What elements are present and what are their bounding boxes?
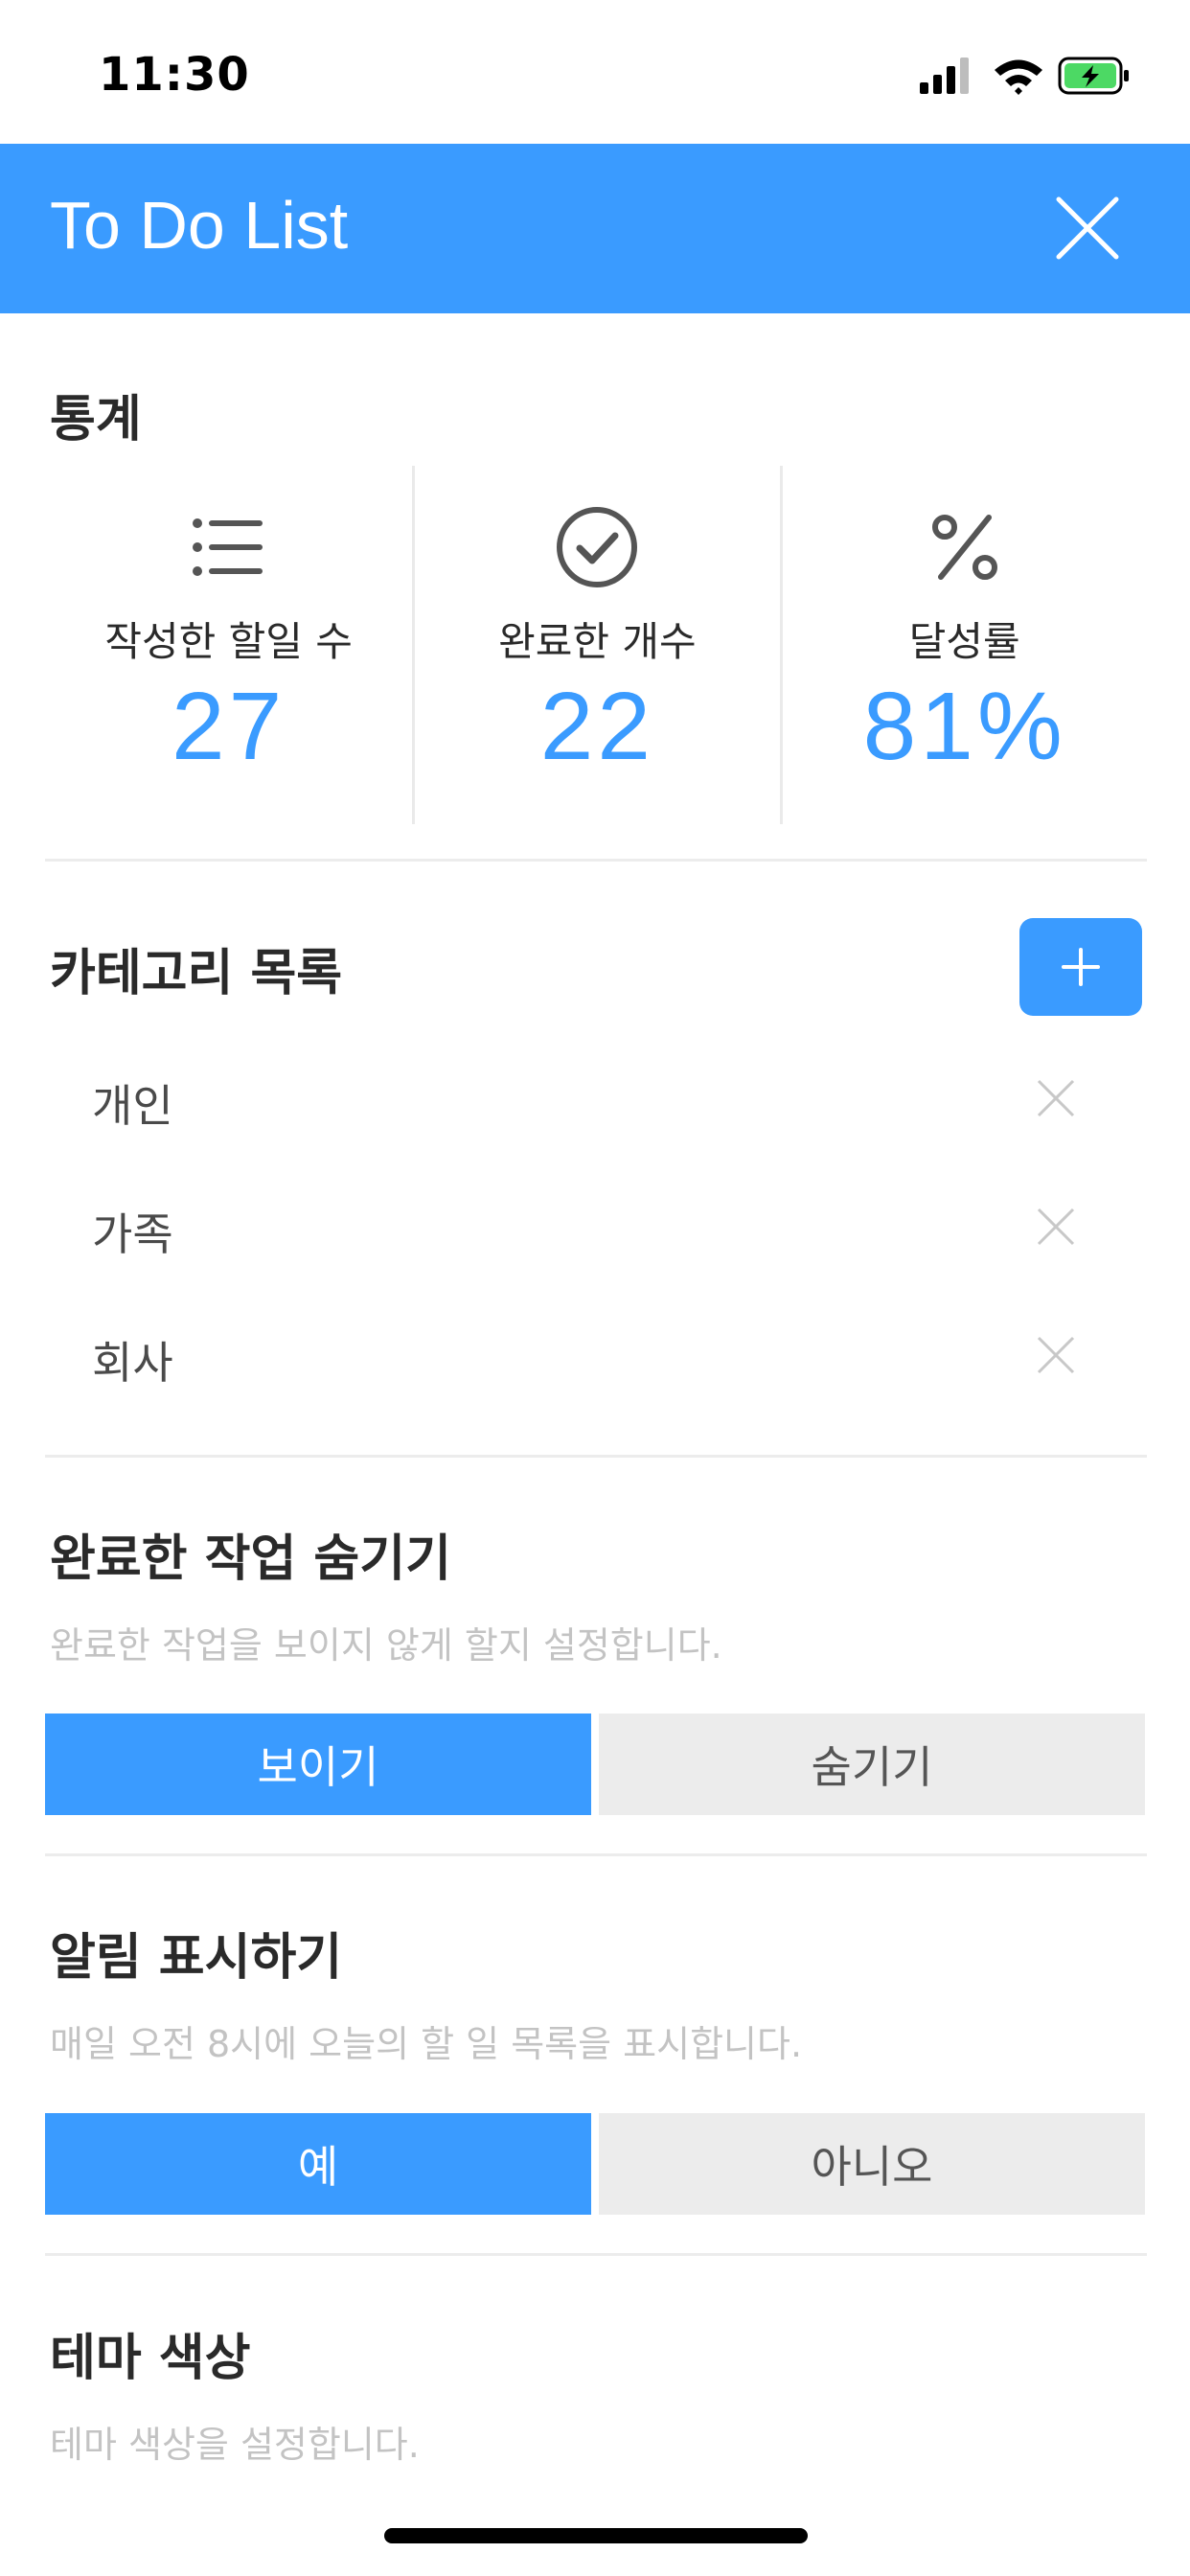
stat-total: 작성한 할일 수 27 xyxy=(45,466,412,824)
show-button[interactable]: 보이기 xyxy=(45,1714,591,1815)
hide-button[interactable]: 숨기기 xyxy=(599,1714,1145,1815)
battery-icon xyxy=(1058,57,1129,95)
stat-label: 달성률 xyxy=(908,618,1020,665)
app-title: To Do List xyxy=(50,188,349,263)
divider xyxy=(45,859,1147,862)
percent-icon xyxy=(931,515,997,580)
category-item: 회사 xyxy=(0,1301,1190,1407)
hide-completed-toggle: 보이기 숨기기 xyxy=(45,1714,1145,1815)
stat-rate: 달성률 81% xyxy=(779,466,1147,824)
category-item: 개인 xyxy=(0,1045,1190,1150)
close-icon xyxy=(1037,1336,1075,1374)
theme-title: 테마 색상 xyxy=(50,2330,251,2387)
yes-button[interactable]: 예 xyxy=(45,2113,591,2215)
stats-panel: 작성한 할일 수 27 완료한 개수 22 달성률 81% xyxy=(45,466,1147,824)
stats-title: 통계 xyxy=(50,391,142,448)
check-circle-icon xyxy=(557,507,638,587)
close-button[interactable] xyxy=(1049,190,1126,266)
stat-value: 27 xyxy=(172,673,286,780)
close-icon xyxy=(1056,196,1119,260)
category-label: 개인 xyxy=(92,1080,173,1132)
category-item: 가족 xyxy=(0,1173,1190,1278)
divider xyxy=(45,1455,1147,1458)
stat-label: 작성한 할일 수 xyxy=(104,618,353,665)
delete-category-button[interactable] xyxy=(1035,1206,1077,1248)
stat-completed: 완료한 개수 22 xyxy=(412,466,779,824)
notification-toggle: 예 아니오 xyxy=(45,2113,1145,2215)
stat-value: 81% xyxy=(862,673,1066,780)
divider xyxy=(45,2253,1147,2256)
home-indicator xyxy=(384,2528,808,2543)
no-button[interactable]: 아니오 xyxy=(599,2113,1145,2215)
stat-value: 22 xyxy=(539,673,655,780)
settings-screen: 11:30 To Do List 통계 작성한 할일 수 27 완료한 개수 2… xyxy=(0,0,1190,2576)
wifi-icon xyxy=(995,59,1042,95)
category-label: 가족 xyxy=(92,1208,173,1260)
notification-title: 알림 표시하기 xyxy=(50,1929,343,1987)
close-icon xyxy=(1037,1079,1075,1117)
plus-icon xyxy=(1062,948,1100,986)
app-header: To Do List xyxy=(0,144,1190,313)
theme-description: 테마 색상을 설정합니다. xyxy=(50,2424,420,2466)
status-icons xyxy=(920,57,1129,95)
hide-completed-description: 완료한 작업을 보이지 않게 할지 설정합니다. xyxy=(50,1624,722,1667)
list-icon xyxy=(192,518,263,576)
delete-category-button[interactable] xyxy=(1035,1077,1077,1119)
category-label: 회사 xyxy=(92,1337,173,1389)
delete-category-button[interactable] xyxy=(1035,1334,1077,1376)
status-bar: 11:30 xyxy=(0,0,1190,144)
hide-completed-title: 완료한 작업 숨기기 xyxy=(50,1530,451,1588)
add-category-button[interactable] xyxy=(1019,918,1142,1016)
category-title: 카테고리 목록 xyxy=(50,945,343,1002)
signal-icon xyxy=(920,58,969,94)
divider xyxy=(45,1853,1147,1856)
close-icon xyxy=(1037,1208,1075,1246)
stat-label: 완료한 개수 xyxy=(498,618,697,665)
status-time: 11:30 xyxy=(99,48,250,102)
notification-description: 매일 오전 8시에 오늘의 할 일 목록을 표시합니다. xyxy=(50,2023,803,2065)
